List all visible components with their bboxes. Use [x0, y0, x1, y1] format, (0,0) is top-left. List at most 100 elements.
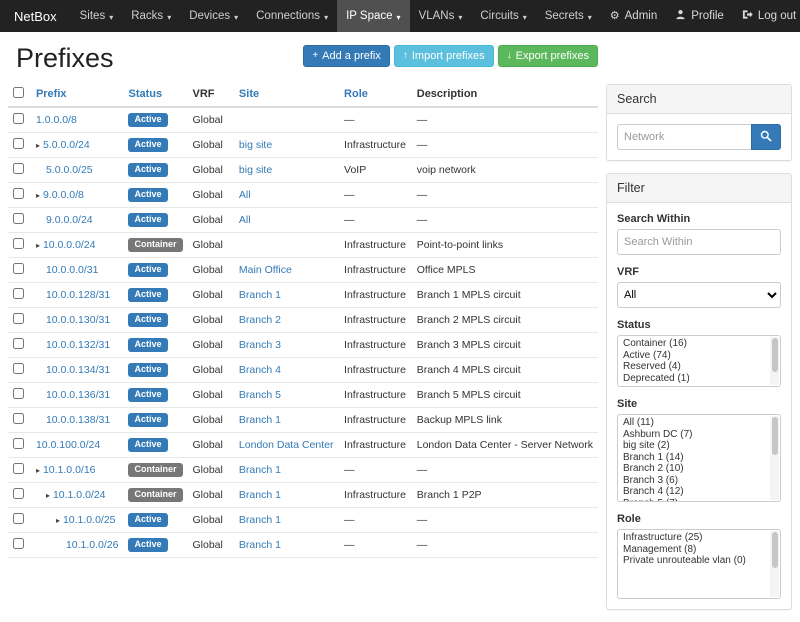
prefix-link[interactable]: 10.0.0.132/31 — [46, 339, 110, 351]
listbox-option[interactable]: Management (8) — [620, 544, 767, 556]
role-scrollbar[interactable] — [770, 531, 779, 597]
row-checkbox[interactable] — [13, 188, 24, 199]
prefix-link[interactable]: 9.0.0.0/8 — [43, 189, 84, 201]
nav-item-connections[interactable]: Connections▾ — [247, 0, 337, 32]
row-checkbox[interactable] — [13, 263, 24, 274]
listbox-option[interactable]: Ashburn DC (7) — [620, 429, 767, 441]
profile-link[interactable]: Profile — [666, 0, 733, 32]
site-scrollbar[interactable] — [770, 416, 779, 500]
status-scrollbar[interactable] — [770, 337, 779, 385]
logout-link[interactable]: Log out — [733, 0, 800, 32]
site-link[interactable]: Branch 3 — [239, 339, 281, 351]
prefix-link[interactable]: 5.0.0.0/24 — [43, 139, 90, 151]
site-link[interactable]: Branch 5 — [239, 389, 281, 401]
prefix-link[interactable]: 10.0.0.136/31 — [46, 389, 110, 401]
prefix-link[interactable]: 10.1.0.0/26 — [66, 539, 119, 551]
prefix-link[interactable]: 10.1.0.0/25 — [63, 514, 116, 526]
site-link[interactable]: Branch 1 — [239, 489, 281, 501]
row-checkbox[interactable] — [13, 213, 24, 224]
site-link[interactable]: Branch 1 — [239, 414, 281, 426]
row-checkbox[interactable] — [13, 288, 24, 299]
site-link[interactable]: Main Office — [239, 264, 292, 276]
column-header-role[interactable]: Role — [339, 82, 412, 107]
nav-item-sites[interactable]: Sites▾ — [71, 0, 123, 32]
add-prefix-button[interactable]: + Add a prefix — [303, 45, 390, 67]
row-checkbox[interactable] — [13, 363, 24, 374]
role-cell: Infrastructure — [339, 433, 412, 458]
row-checkbox[interactable] — [13, 463, 24, 474]
import-prefixes-button[interactable]: ↑ Import prefixes — [394, 45, 494, 67]
listbox-option[interactable]: Deprecated (1) — [620, 373, 767, 385]
prefix-link[interactable]: 10.0.0.0/31 — [46, 264, 99, 276]
site-link[interactable]: Branch 1 — [239, 289, 281, 301]
row-checkbox[interactable] — [13, 313, 24, 324]
listbox-option[interactable]: Container (16) — [620, 338, 767, 350]
prefix-link[interactable]: 10.0.100.0/24 — [36, 439, 100, 451]
row-checkbox[interactable] — [13, 338, 24, 349]
prefix-link[interactable]: 9.0.0.0/24 — [46, 214, 93, 226]
listbox-option[interactable]: Branch 5 (7) — [620, 498, 767, 503]
row-checkbox[interactable] — [13, 388, 24, 399]
row-checkbox[interactable] — [13, 113, 24, 124]
column-header-status[interactable]: Status — [123, 82, 187, 107]
prefix-link[interactable]: 10.0.0.0/24 — [43, 239, 96, 251]
status-listbox[interactable]: Container (16)Active (74)Reserved (4)Dep… — [617, 335, 781, 387]
site-link[interactable]: All — [239, 189, 251, 201]
prefix-link[interactable]: 10.0.0.138/31 — [46, 414, 110, 426]
nav-item-vlans[interactable]: VLANs▾ — [410, 0, 472, 32]
listbox-option[interactable]: Private unrouteable vlan (0) — [620, 555, 767, 567]
listbox-option[interactable]: Branch 3 (6) — [620, 475, 767, 487]
table-row: ▸10.0.0.0/24ContainerGlobalInfrastructur… — [8, 233, 598, 258]
site-link[interactable]: big site — [239, 139, 272, 151]
row-checkbox[interactable] — [13, 238, 24, 249]
listbox-option[interactable]: All (11) — [620, 417, 767, 429]
prefix-link[interactable]: 10.1.0.0/16 — [43, 464, 96, 476]
site-link[interactable]: Branch 1 — [239, 539, 281, 551]
export-prefixes-button[interactable]: ↓ Export prefixes — [498, 45, 598, 67]
nav-item-racks[interactable]: Racks▾ — [122, 0, 180, 32]
search-within-input[interactable] — [617, 229, 781, 255]
prefix-link[interactable]: 10.0.0.134/31 — [46, 364, 110, 376]
app-brand[interactable]: NetBox — [0, 0, 71, 32]
site-link[interactable]: Branch 2 — [239, 314, 281, 326]
row-checkbox[interactable] — [13, 488, 24, 499]
row-checkbox[interactable] — [13, 513, 24, 524]
vrf-select[interactable]: All — [617, 282, 781, 308]
site-link[interactable]: All — [239, 214, 251, 226]
row-checkbox[interactable] — [13, 138, 24, 149]
row-checkbox[interactable] — [13, 538, 24, 549]
prefix-link[interactable]: 10.0.0.130/31 — [46, 314, 110, 326]
site-link[interactable]: London Data Center — [239, 439, 334, 451]
nav-item-devices[interactable]: Devices▾ — [180, 0, 247, 32]
site-link[interactable]: Branch 4 — [239, 364, 281, 376]
listbox-option[interactable]: Branch 4 (12) — [620, 486, 767, 498]
site-link[interactable]: Branch 1 — [239, 464, 281, 476]
search-input[interactable] — [617, 124, 751, 150]
column-header-site[interactable]: Site — [234, 82, 339, 107]
search-button[interactable] — [751, 124, 781, 150]
site-listbox[interactable]: All (11)Ashburn DC (7)big site (2)Branch… — [617, 414, 781, 502]
nav-item-ip-space[interactable]: IP Space▾ — [337, 0, 409, 32]
listbox-option[interactable]: Infrastructure (25) — [620, 532, 767, 544]
listbox-option[interactable]: Branch 2 (10) — [620, 463, 767, 475]
column-header-prefix[interactable]: Prefix — [31, 82, 124, 107]
site-link[interactable]: Branch 1 — [239, 514, 281, 526]
listbox-option[interactable]: Branch 1 (14) — [620, 452, 767, 464]
row-checkbox[interactable] — [13, 438, 24, 449]
row-checkbox[interactable] — [13, 413, 24, 424]
listbox-option[interactable]: Active (74) — [620, 350, 767, 362]
select-all-checkbox[interactable] — [13, 87, 24, 98]
nav-item-circuits[interactable]: Circuits▾ — [471, 0, 535, 32]
gear-icon: ⚙ — [610, 11, 620, 22]
prefix-link[interactable]: 1.0.0.0/8 — [36, 114, 77, 126]
row-checkbox[interactable] — [13, 163, 24, 174]
listbox-option[interactable]: big site (2) — [620, 440, 767, 452]
nav-item-secrets[interactable]: Secrets▾ — [536, 0, 601, 32]
site-link[interactable]: big site — [239, 164, 272, 176]
prefix-link[interactable]: 10.1.0.0/24 — [53, 489, 106, 501]
prefix-link[interactable]: 10.0.0.128/31 — [46, 289, 110, 301]
listbox-option[interactable]: Reserved (4) — [620, 361, 767, 373]
prefix-link[interactable]: 5.0.0.0/25 — [46, 164, 93, 176]
admin-link[interactable]: ⚙ Admin — [601, 0, 666, 32]
role-listbox[interactable]: Infrastructure (25)Management (8)Private… — [617, 529, 781, 599]
